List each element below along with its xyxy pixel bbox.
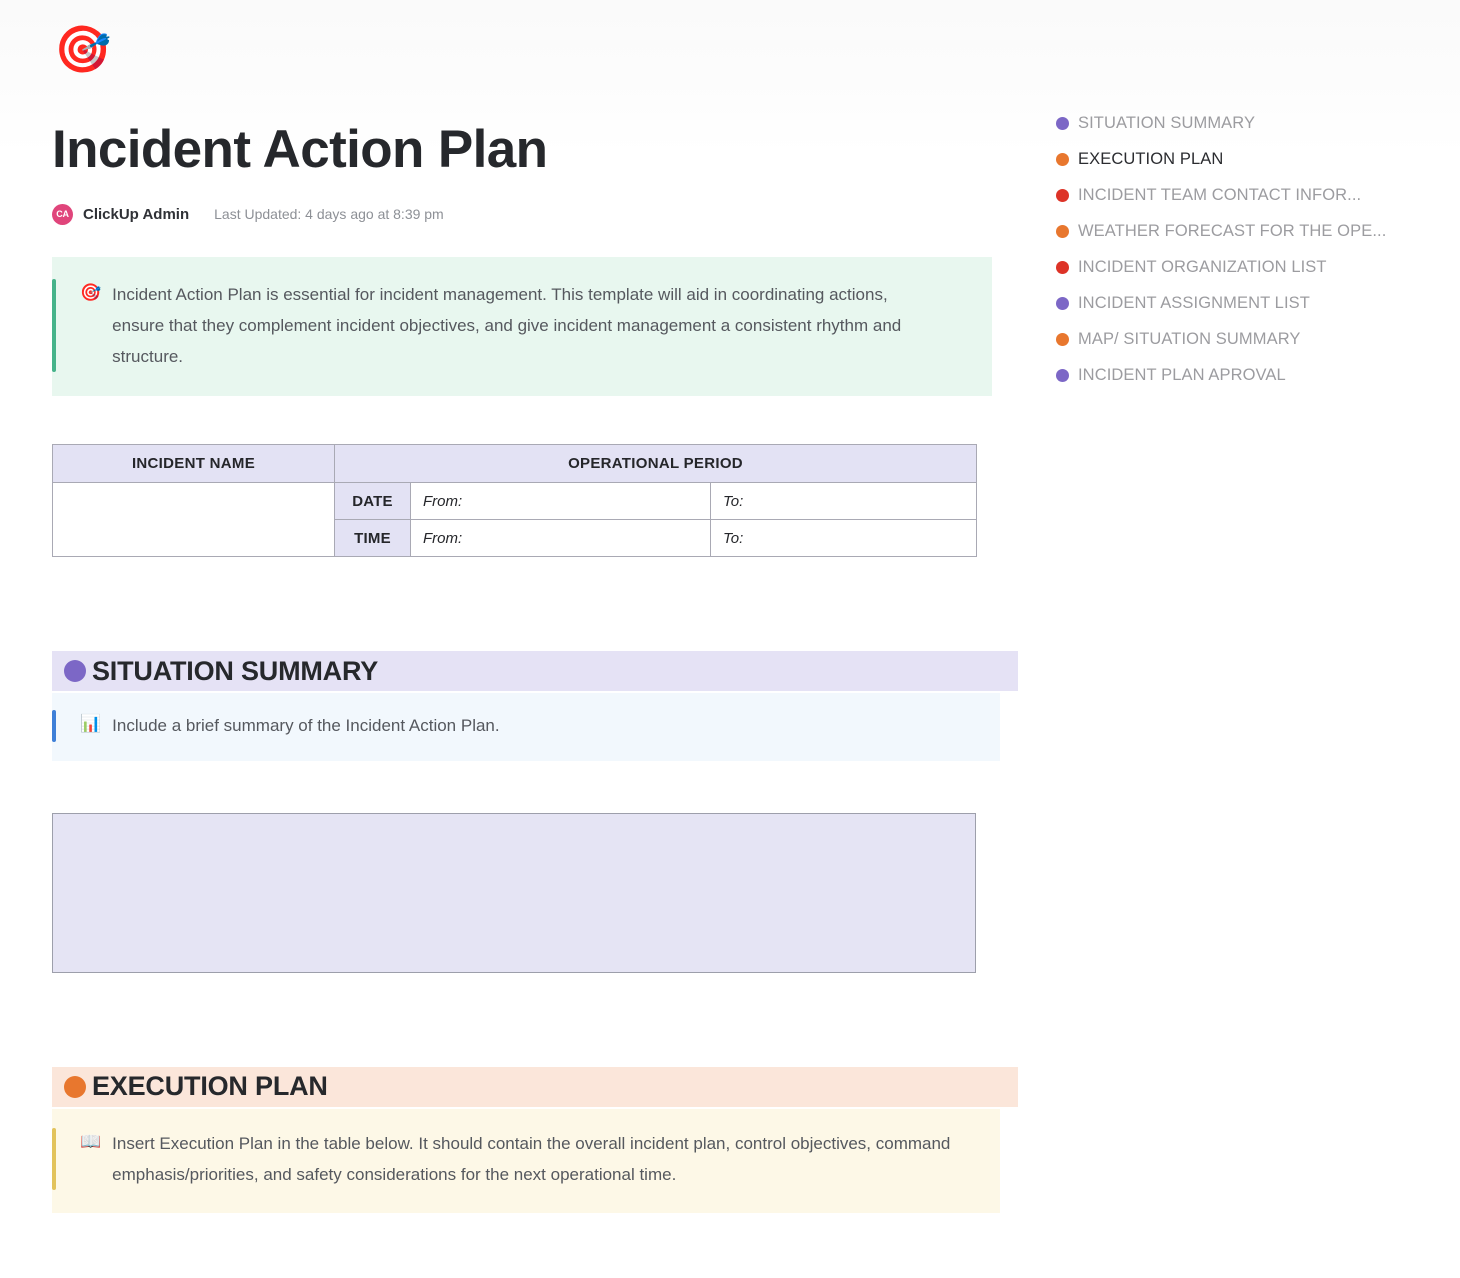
- outline-dot-icon: [1056, 152, 1069, 166]
- outline-item-label: INCIDENT PLAN APROVAL: [1078, 365, 1286, 384]
- outline-item-label: MAP/ SITUATION SUMMARY: [1078, 329, 1301, 348]
- page-title: Incident Action Plan: [52, 120, 548, 179]
- intro-callout-text: Incident Action Plan is essential for in…: [112, 284, 902, 367]
- outline-dot-icon: [1056, 188, 1069, 202]
- outline-item-label: SITUATION SUMMARY: [1078, 113, 1256, 132]
- outline-item-incident-organization-list[interactable]: INCIDENT ORGANIZATION LIST: [1056, 249, 1460, 285]
- avatar[interactable]: CA: [52, 203, 73, 225]
- callout-accent-bar: [52, 710, 56, 742]
- situation-summary-callout-text: Include a brief summary of the Incident …: [112, 716, 500, 736]
- section-dot-icon: [64, 1075, 86, 1098]
- outline-dot-icon: [1056, 260, 1069, 274]
- outline-item-incident-team-contact-information[interactable]: INCIDENT TEAM CONTACT INFOR...: [1056, 177, 1460, 213]
- section-header-execution-plan: EXECUTION PLAN: [52, 1066, 1018, 1107]
- section-title: SITUATION SUMMARY: [92, 655, 379, 686]
- callout-accent-bar: [52, 278, 56, 373]
- situation-summary-callout: 📊 Include a brief summary of the Inciden…: [52, 693, 1000, 761]
- outline-item-weather-forecast[interactable]: WEATHER FORECAST FOR THE OPE...: [1056, 213, 1460, 249]
- date-from-input[interactable]: From:: [410, 482, 711, 521]
- section-header-situation-summary: SITUATION SUMMARY: [52, 651, 1018, 692]
- author-name: ClickUp Admin: [83, 205, 190, 223]
- document-body: 🎯 Incident Action Plan CA ClickUp Admin …: [52, 0, 1022, 1214]
- outline-dot-icon: [1056, 116, 1069, 130]
- row-label-date: DATE: [334, 482, 411, 521]
- date-to-input[interactable]: To:: [710, 482, 977, 521]
- outline-dot-icon: [1056, 368, 1069, 382]
- outline-item-label: INCIDENT TEAM CONTACT INFOR...: [1078, 185, 1362, 204]
- time-from-input[interactable]: From:: [410, 519, 711, 558]
- open-book-emoji: 📖: [80, 1131, 102, 1151]
- outline-item-map-situation-summary[interactable]: MAP/ SITUATION SUMMARY: [1056, 321, 1460, 357]
- outline-item-label: EXECUTION PLAN: [1078, 149, 1224, 168]
- incident-table: INCIDENT NAME OPERATIONAL PERIOD DATE Fr…: [52, 444, 977, 558]
- time-to-input[interactable]: To:: [710, 519, 977, 558]
- section-dot-icon: [64, 660, 86, 683]
- dart-target-emoji: 🎯: [54, 23, 112, 75]
- last-updated-text: Last Updated: 4 days ago at 8:39 pm: [214, 206, 444, 223]
- situation-summary-entry-box[interactable]: [52, 812, 976, 973]
- table-row: DATE From: To:: [52, 482, 977, 558]
- outline-dot-icon: [1056, 332, 1069, 346]
- document-page: 🎯 Incident Action Plan CA ClickUp Admin …: [0, 0, 1460, 1278]
- bar-chart-emoji: 📊: [80, 714, 102, 734]
- incident-table-wrap: INCIDENT NAME OPERATIONAL PERIOD DATE Fr…: [52, 444, 1022, 558]
- section-title: EXECUTION PLAN: [92, 1071, 328, 1102]
- outline-item-label: INCIDENT ASSIGNMENT LIST: [1078, 293, 1310, 312]
- outline-dot-icon: [1056, 224, 1069, 238]
- outline-item-situation-summary[interactable]: SITUATION SUMMARY: [1056, 105, 1460, 141]
- outline-item-label: WEATHER FORECAST FOR THE OPE...: [1078, 221, 1387, 240]
- callout-accent-bar: [52, 1127, 56, 1191]
- outline-dot-icon: [1056, 296, 1069, 310]
- outline-item-execution-plan[interactable]: EXECUTION PLAN: [1056, 141, 1460, 177]
- intro-callout: 🎯 Incident Action Plan is essential for …: [52, 256, 992, 397]
- execution-plan-callout: 📖 Insert Execution Plan in the table bel…: [52, 1108, 1000, 1214]
- outline-item-incident-assignment-list[interactable]: INCIDENT ASSIGNMENT LIST: [1056, 285, 1460, 321]
- outline-item-label: INCIDENT ORGANIZATION LIST: [1078, 257, 1327, 276]
- incident-name-input[interactable]: [52, 482, 335, 558]
- table-row: INCIDENT NAME OPERATIONAL PERIOD: [52, 444, 977, 484]
- dart-target-emoji: 🎯: [80, 282, 102, 302]
- byline: CA ClickUp Admin Last Updated: 4 days ag…: [52, 203, 1022, 225]
- header-operational-period: OPERATIONAL PERIOD: [334, 444, 977, 484]
- row-label-time: TIME: [334, 519, 411, 558]
- execution-plan-callout-text: Insert Execution Plan in the table below…: [112, 1133, 951, 1184]
- document-outline: SITUATION SUMMARY EXECUTION PLAN INCIDEN…: [1056, 105, 1460, 393]
- outline-item-incident-plan-approval[interactable]: INCIDENT PLAN APROVAL: [1056, 357, 1460, 393]
- header-incident-name: INCIDENT NAME: [52, 444, 335, 484]
